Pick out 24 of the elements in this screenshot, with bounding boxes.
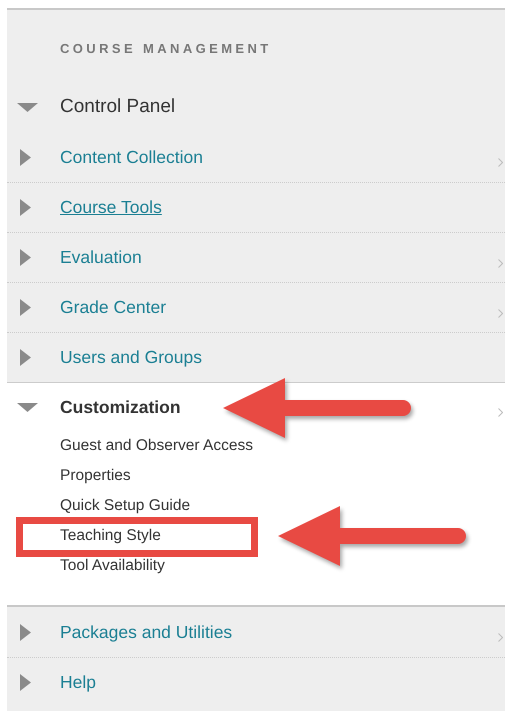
menu-link[interactable]: Customization <box>60 396 181 418</box>
submenu-link[interactable]: Properties <box>60 467 131 485</box>
menu-link[interactable]: Evaluation <box>60 247 142 268</box>
menu-link[interactable]: Course Tools <box>60 197 162 218</box>
expand-icon[interactable] <box>20 299 31 316</box>
collapse-icon[interactable] <box>17 102 38 112</box>
submenu-link[interactable]: Tool Availability <box>60 557 165 575</box>
menu-link[interactable]: Packages and Utilities <box>60 622 232 642</box>
menu-link[interactable]: Grade Center <box>60 297 166 318</box>
submenu-link[interactable]: Guest and Observer Access <box>60 437 253 455</box>
menu-link[interactable]: Content Collection <box>60 146 203 168</box>
submenu-link[interactable]: Quick Setup Guide <box>60 497 190 515</box>
collapse-icon[interactable] <box>17 402 38 412</box>
submenu-link[interactable]: Teaching Style <box>60 527 161 545</box>
expand-icon[interactable] <box>20 148 31 166</box>
menu-link[interactable]: Help <box>60 672 96 693</box>
panel-title[interactable]: Control Panel <box>60 96 176 118</box>
expand-icon[interactable] <box>20 249 31 266</box>
section-heading: COURSE MANAGEMENT <box>60 40 272 56</box>
expand-icon[interactable] <box>20 199 31 216</box>
menu-link[interactable]: Users and Groups <box>60 347 202 368</box>
expand-icon[interactable] <box>20 674 31 691</box>
expand-icon[interactable] <box>20 624 31 640</box>
expand-icon[interactable] <box>20 349 31 366</box>
